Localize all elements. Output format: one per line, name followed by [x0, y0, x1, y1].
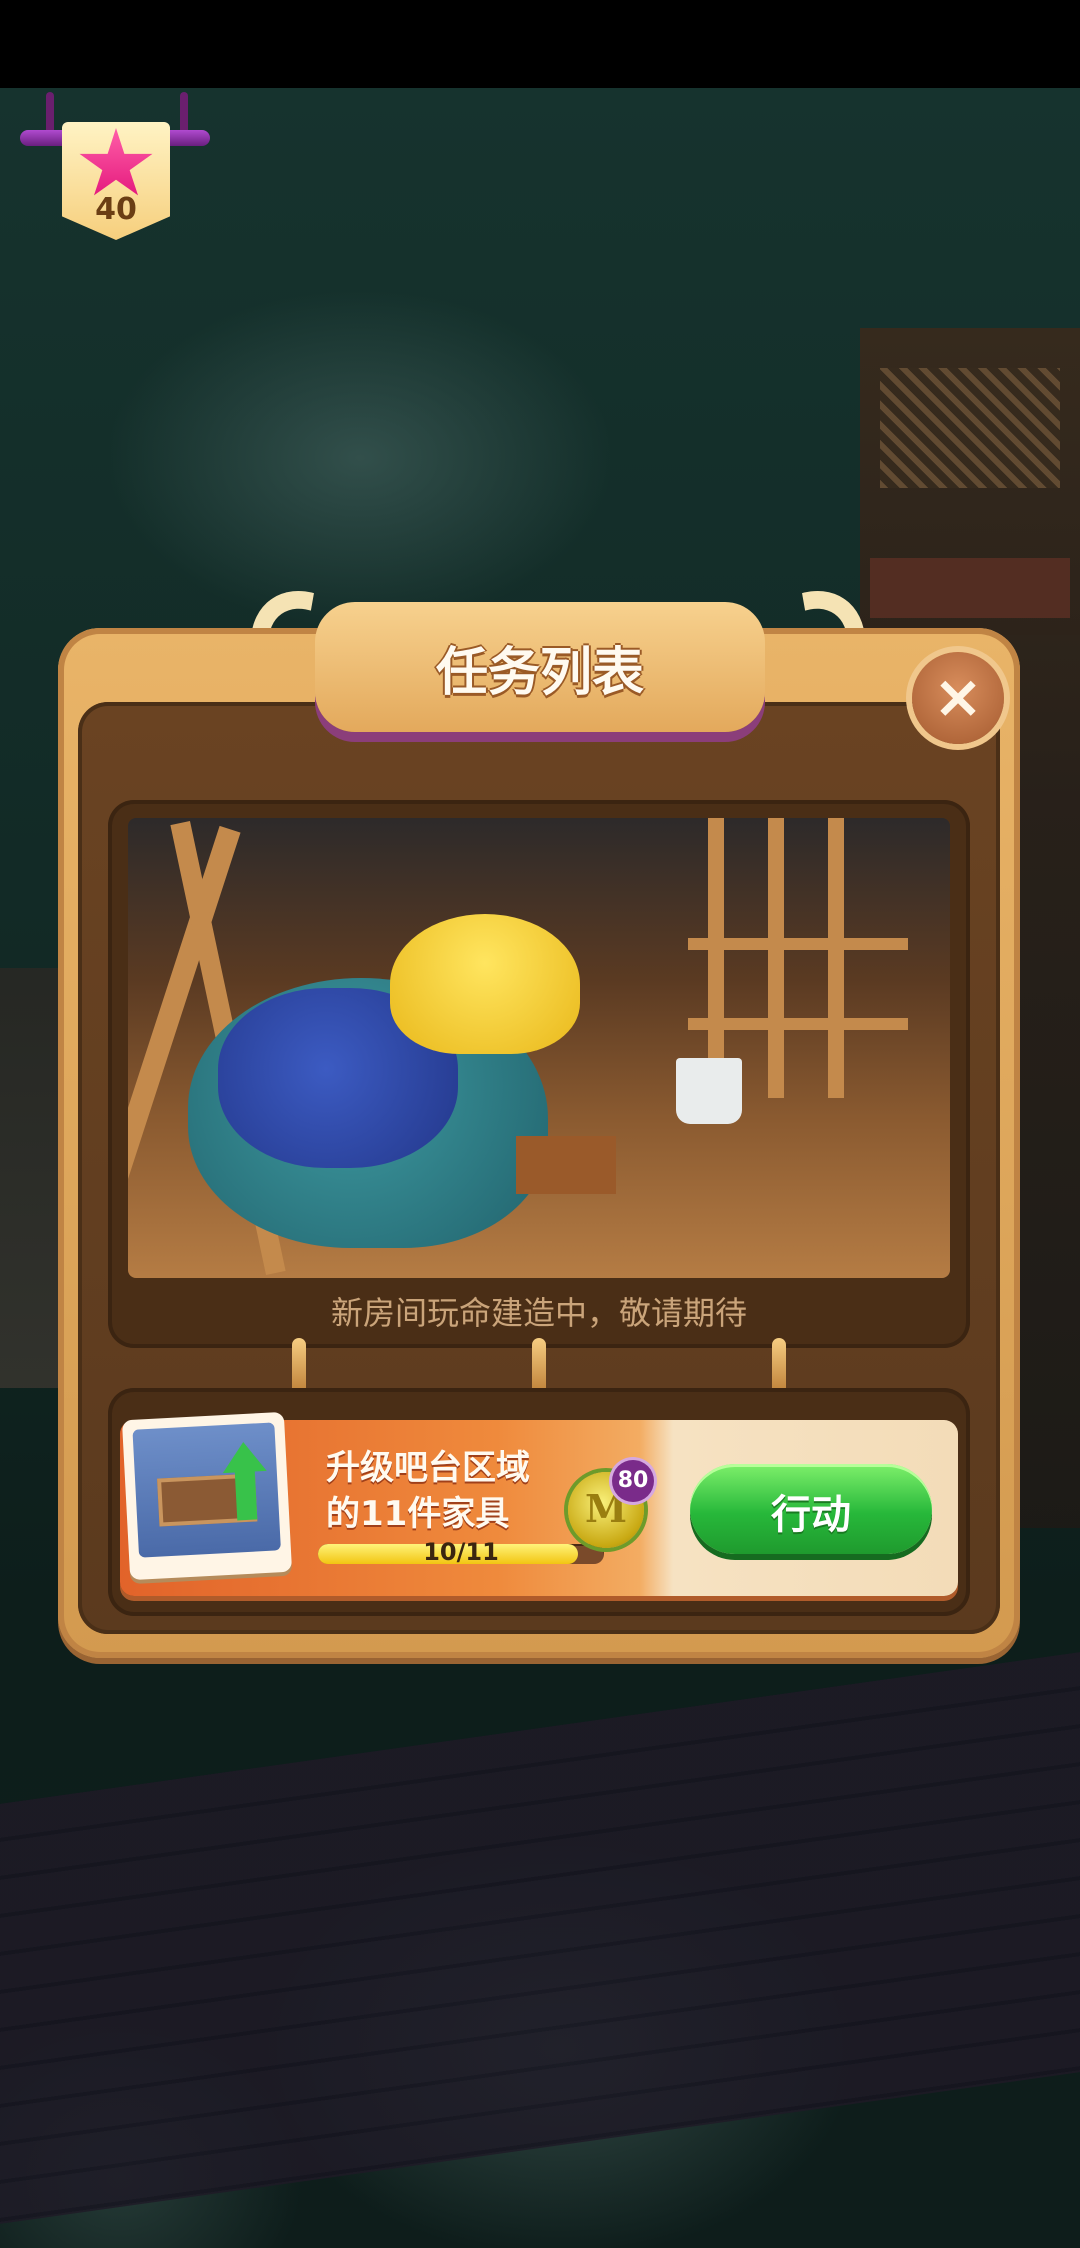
- dialog-title: 任务列表: [435, 643, 644, 703]
- hard-hat-icon: [390, 914, 580, 1054]
- wood-beam: [708, 818, 724, 1098]
- action-button[interactable]: 行动: [690, 1464, 932, 1554]
- task-title-line1: 升级吧台区域: [326, 1448, 530, 1488]
- task-progress-text: 10/11: [423, 1538, 499, 1566]
- toolbox-icon: [516, 1136, 616, 1194]
- close-button[interactable]: ×: [912, 652, 1004, 744]
- task-title-line2: 的11件家具: [326, 1494, 510, 1534]
- wood-beam: [828, 818, 844, 1098]
- upgrade-arrow-shaft: [234, 1469, 258, 1521]
- wood-beam: [768, 818, 784, 1098]
- bucket-icon: [676, 1058, 742, 1124]
- close-icon: ×: [932, 662, 984, 732]
- reward-amount: 80: [612, 1460, 654, 1502]
- action-button-label: 行动: [771, 1492, 851, 1538]
- background-ship-hull: [0, 1652, 1080, 2224]
- level-number: 40: [95, 192, 137, 227]
- construction-caption: 新房间玩命建造中，敬请期待: [330, 1294, 747, 1332]
- wood-beam: [688, 1018, 908, 1030]
- status-bar: [0, 0, 1080, 88]
- task-thumbnail: [121, 1411, 293, 1581]
- bar-furniture-image: [132, 1422, 281, 1558]
- wood-beam: [688, 938, 908, 950]
- upgrade-arrow-icon: [221, 1440, 267, 1474]
- construction-illustration: [128, 818, 950, 1278]
